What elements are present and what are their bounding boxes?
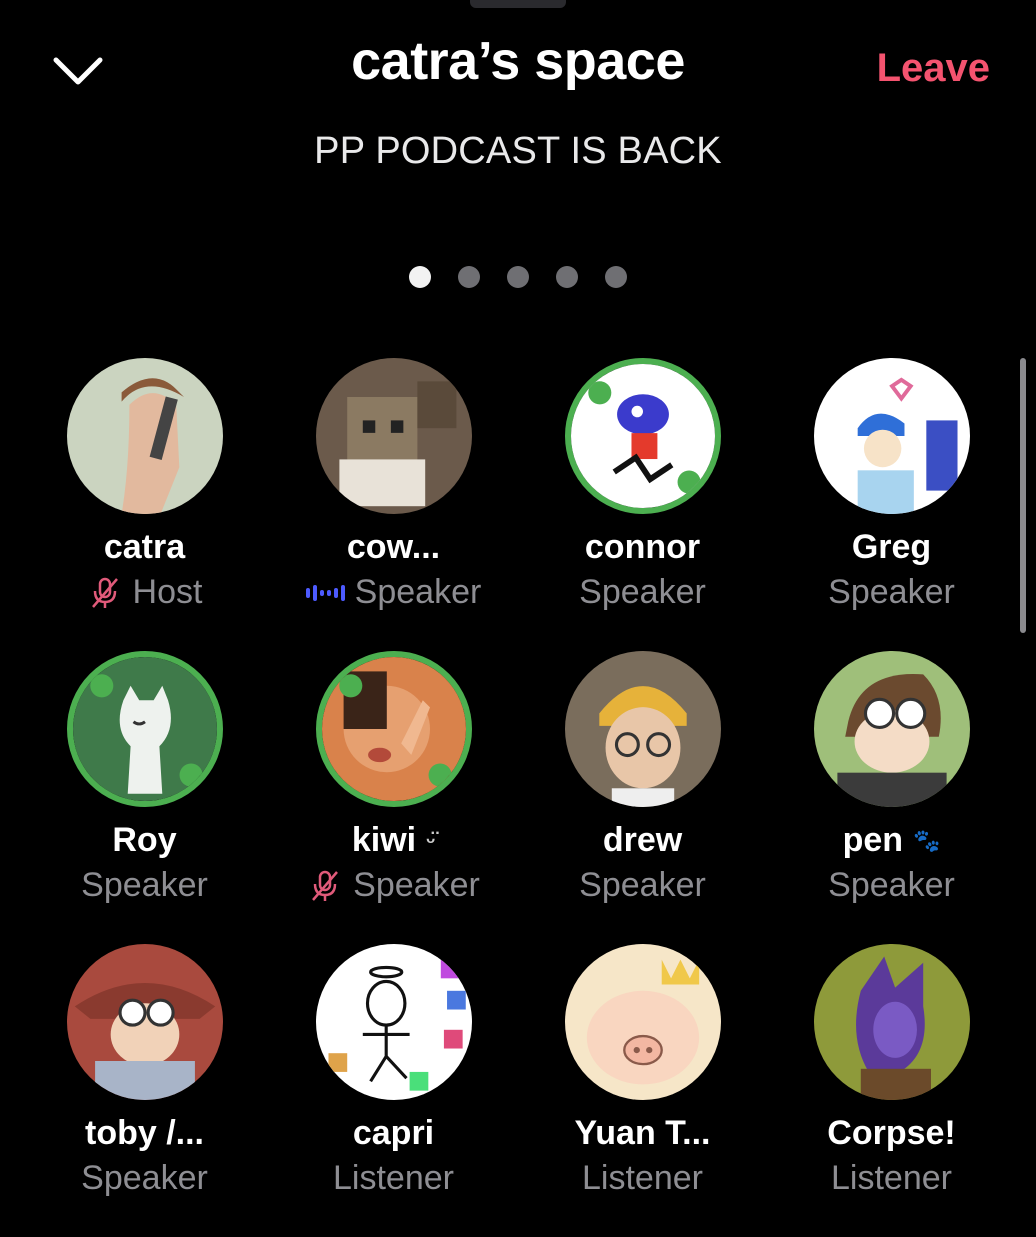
- participant-name: Roy: [112, 821, 177, 859]
- participant-name: Yuan T...: [574, 1114, 711, 1152]
- participant-name: toby /...: [85, 1114, 204, 1152]
- participant-role: Listener: [333, 1159, 454, 1197]
- participant-role: Speaker: [579, 866, 706, 904]
- avatar: [66, 651, 223, 807]
- participant-card[interactable]: kiwi ᵕ̈ Speaker: [269, 651, 518, 944]
- participant-role: Host: [132, 573, 203, 611]
- avatar: [66, 358, 223, 514]
- participant-card[interactable]: connor Speaker: [518, 358, 767, 651]
- space-subtitle: PP PODCAST IS BACK: [314, 130, 722, 172]
- participant-grid: catra Host cow... Speaker connor Speaker…: [20, 358, 1016, 1237]
- participant-name: Greg: [851, 528, 932, 566]
- avatar: [66, 944, 223, 1100]
- participant-role: Speaker: [354, 573, 482, 611]
- page-dot[interactable]: [458, 266, 480, 288]
- page-dot[interactable]: [605, 266, 627, 288]
- avatar: [564, 358, 721, 514]
- participant-role: Listener: [582, 1159, 703, 1197]
- participant-role: Speaker: [81, 1159, 208, 1197]
- participant-card[interactable]: capri Listener: [269, 944, 518, 1237]
- participant-card[interactable]: Yuan T... Listener: [518, 944, 767, 1237]
- sheet-grabber[interactable]: [470, 0, 566, 8]
- participant-card[interactable]: Greg Speaker: [767, 358, 1016, 651]
- participant-name: drew: [602, 821, 683, 859]
- participant-role: Speaker: [353, 866, 480, 904]
- avatar: [813, 358, 970, 514]
- leave-button[interactable]: Leave: [877, 46, 990, 91]
- scrollbar[interactable]: [1020, 358, 1026, 633]
- speaking-wave-icon: [305, 584, 345, 601]
- participant-name: catra: [103, 528, 186, 566]
- paw-icon: 🐾: [913, 827, 941, 853]
- participant-name: pen: [842, 821, 904, 859]
- avatar: [813, 651, 970, 807]
- avatar: [315, 358, 472, 514]
- participant-card[interactable]: cow... Speaker: [269, 358, 518, 651]
- participant-role: Speaker: [828, 866, 955, 904]
- participant-card[interactable]: Corpse! Listener: [767, 944, 1016, 1237]
- avatar: [315, 944, 472, 1100]
- page-dot[interactable]: [556, 266, 578, 288]
- page-dot[interactable]: [409, 266, 431, 288]
- participant-role: Speaker: [828, 573, 955, 611]
- participant-card[interactable]: catra Host: [20, 358, 269, 651]
- participant-card[interactable]: Roy Speaker: [20, 651, 269, 944]
- avatar: [564, 944, 721, 1100]
- page-indicator[interactable]: [0, 266, 1036, 288]
- participant-card[interactable]: pen 🐾 Speaker: [767, 651, 1016, 944]
- participant-card[interactable]: drew Speaker: [518, 651, 767, 944]
- participant-name: kiwi: [351, 821, 417, 859]
- avatar: [564, 651, 721, 807]
- participant-card[interactable]: toby /... Speaker: [20, 944, 269, 1237]
- muted-mic-icon: [312, 870, 339, 901]
- muted-mic-icon: [91, 577, 118, 608]
- participant-name: cow...: [346, 528, 441, 566]
- participant-name: Corpse!: [827, 1114, 956, 1152]
- participant-name: capri: [352, 1114, 435, 1152]
- page-dot[interactable]: [507, 266, 529, 288]
- participant-name: connor: [584, 528, 701, 566]
- name-emoji: ᵕ̈: [426, 827, 436, 853]
- participant-role: Listener: [831, 1159, 952, 1197]
- avatar: [315, 651, 472, 807]
- avatar: [813, 944, 970, 1100]
- participant-role: Speaker: [81, 866, 208, 904]
- participant-role: Speaker: [579, 573, 706, 611]
